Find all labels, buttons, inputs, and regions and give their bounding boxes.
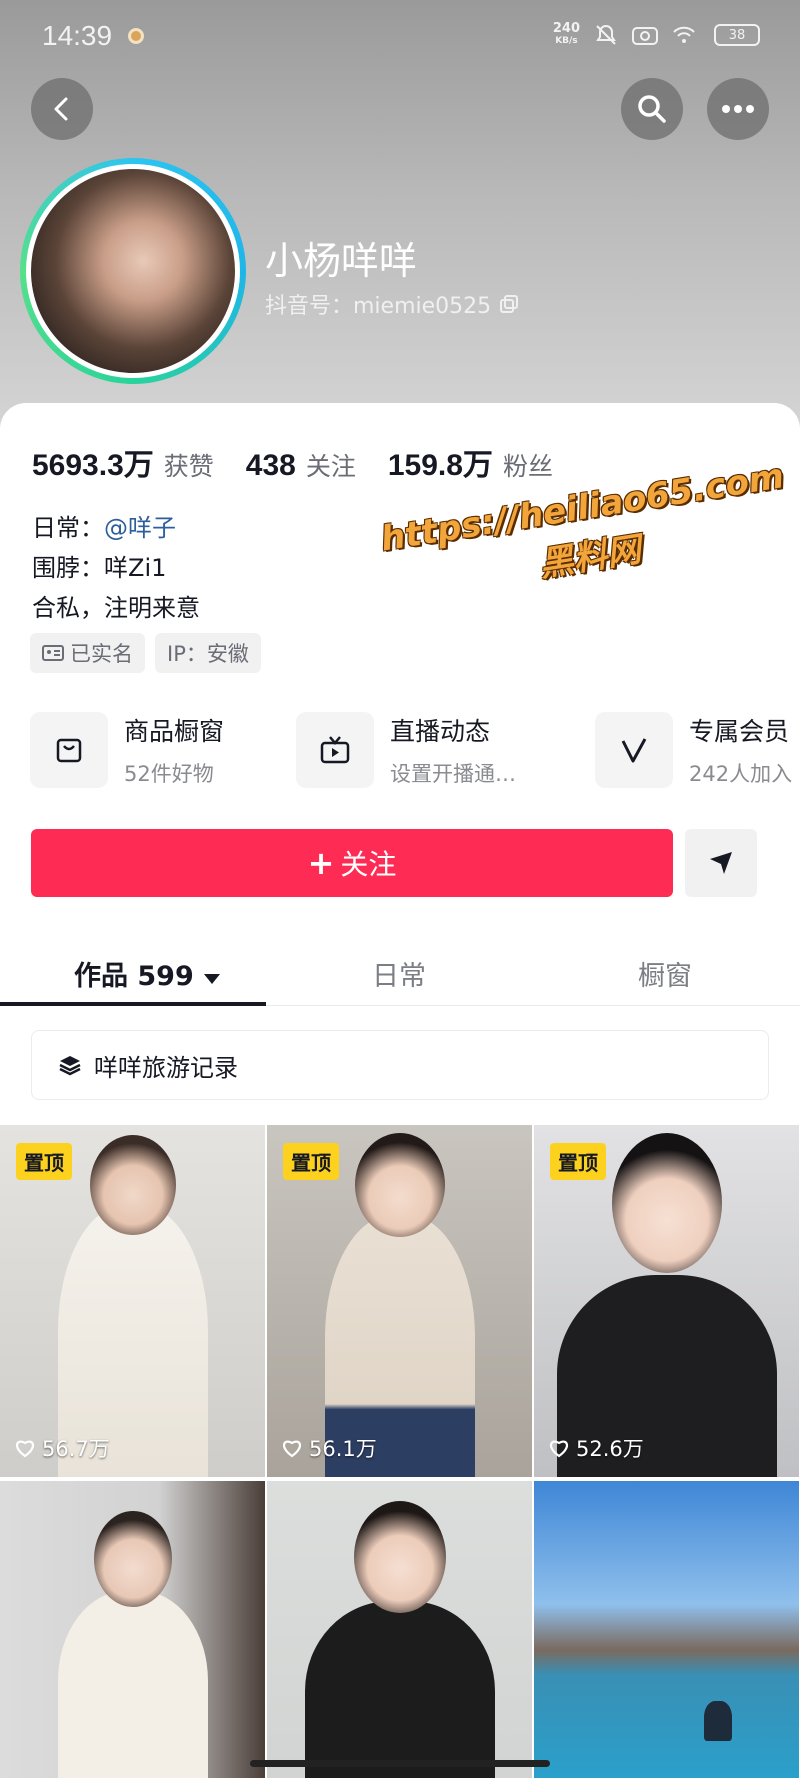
profile-stats: 5693.3万 获赞 438 关注 159.8万 粉丝 bbox=[32, 440, 585, 484]
verified-tag-label: 已实名 bbox=[70, 642, 133, 666]
camera-icon bbox=[632, 27, 658, 45]
heart-icon bbox=[550, 1440, 568, 1458]
ip-location-tag: IP：安徽 bbox=[155, 633, 261, 673]
mute-bell-icon bbox=[596, 24, 616, 45]
tab-shop-window[interactable]: 橱窗 bbox=[638, 954, 692, 993]
douyin-id[interactable]: 抖音号：miemie0525 bbox=[265, 288, 519, 320]
copy-icon[interactable] bbox=[499, 294, 519, 314]
follow-button[interactable]: + 关注 bbox=[31, 829, 673, 897]
active-tab-indicator bbox=[0, 1002, 266, 1006]
wifi-call-icon bbox=[673, 26, 695, 43]
douyin-id-text: 抖音号：miemie0525 bbox=[265, 294, 492, 319]
tab-works[interactable]: 作品 599 bbox=[74, 954, 221, 993]
network-speed-value: 240 bbox=[552, 21, 580, 36]
tab-daily[interactable]: 日常 bbox=[372, 954, 426, 993]
follow-button-label: 关注 bbox=[340, 848, 397, 881]
bag-icon bbox=[56, 738, 82, 763]
status-bar: 14:39 240 KB/s 38 bbox=[0, 0, 800, 72]
video-thumbnail[interactable]: 置顶 56.1万 bbox=[267, 1125, 532, 1477]
layers-icon bbox=[59, 1056, 81, 1076]
video-thumbnail[interactable]: 置顶 52.6万 bbox=[534, 1125, 799, 1477]
services-row: 商品橱窗 52件好物 直播动态 设置开播通… 专属会员 242人加入 bbox=[30, 712, 800, 788]
notification-app-icon bbox=[128, 28, 144, 44]
bio-line-3: 合私，注明来意 bbox=[32, 594, 200, 622]
status-icons: 240 KB/s 38 bbox=[553, 22, 760, 48]
v-badge-icon bbox=[621, 738, 647, 763]
video-thumbnail[interactable]: 置顶 56.7万 bbox=[0, 1125, 265, 1477]
verified-tag: 已实名 bbox=[30, 633, 145, 673]
bio-mention-link[interactable]: @咩子 bbox=[104, 514, 176, 542]
search-button[interactable] bbox=[621, 78, 683, 140]
pinned-badge: 置顶 bbox=[16, 1143, 72, 1180]
following-count[interactable]: 438 bbox=[246, 449, 296, 483]
video-likes: 52.6万 bbox=[548, 1433, 644, 1463]
likes-label[interactable]: 获赞 bbox=[164, 447, 214, 483]
video-likes-count: 56.1万 bbox=[309, 1437, 377, 1461]
content-tabs: 作品 599 日常 橱窗 bbox=[0, 936, 800, 1006]
heart-icon bbox=[283, 1440, 301, 1458]
bio-line-1: 日常：@咩子 bbox=[32, 508, 200, 548]
pinned-badge: 置顶 bbox=[550, 1143, 606, 1180]
profile-tags: 已实名 IP：安徽 bbox=[30, 633, 261, 673]
battery-indicator: 38 bbox=[714, 24, 760, 46]
pinned-badge: 置顶 bbox=[283, 1143, 339, 1180]
chevron-left-icon bbox=[54, 97, 68, 121]
followers-label[interactable]: 粉丝 bbox=[503, 447, 553, 483]
caret-down-icon bbox=[204, 974, 221, 984]
traveler-silhouette bbox=[704, 1701, 732, 1741]
service-live-title: 直播动态 bbox=[390, 717, 491, 746]
network-speed-unit: KB/s bbox=[555, 36, 578, 46]
likes-count[interactable]: 5693.3万 bbox=[32, 440, 154, 484]
service-membership[interactable]: 专属会员 242人加入 bbox=[595, 712, 792, 788]
search-icon bbox=[638, 95, 666, 123]
tab-works-label: 作品 599 bbox=[74, 961, 194, 992]
followers-count[interactable]: 159.8万 bbox=[388, 440, 493, 484]
bio-line-1-prefix: 日常： bbox=[32, 514, 104, 542]
video-likes: 56.1万 bbox=[281, 1433, 377, 1463]
send-arrow-icon bbox=[710, 852, 732, 874]
service-live[interactable]: 直播动态 设置开播通… bbox=[296, 712, 516, 788]
bio-line-2: 围脖：咩Zi1 bbox=[32, 554, 167, 582]
status-time: 14:39 bbox=[42, 20, 113, 51]
collection-label: 咩咩旅游记录 bbox=[94, 1053, 238, 1082]
plus-icon: + bbox=[307, 844, 335, 882]
collection-entry[interactable]: 咩咩旅游记录 bbox=[31, 1030, 769, 1100]
video-likes: 56.7万 bbox=[14, 1433, 110, 1463]
service-membership-subtitle: 242人加入 bbox=[689, 762, 793, 786]
video-thumbnail[interactable] bbox=[534, 1481, 799, 1778]
network-speed: 240 KB/s bbox=[553, 22, 580, 48]
back-button[interactable] bbox=[31, 78, 93, 140]
video-thumbnail[interactable] bbox=[267, 1481, 532, 1778]
avatar bbox=[31, 169, 235, 373]
video-thumbnail[interactable] bbox=[0, 1481, 265, 1778]
profile-nickname: 小杨咩咩 bbox=[265, 239, 418, 283]
following-label[interactable]: 关注 bbox=[306, 447, 356, 483]
profile-bio: 日常：@咩子 围脖：咩Zi1 合私，注明来意 bbox=[32, 508, 200, 628]
service-shop-subtitle: 52件好物 bbox=[124, 762, 214, 786]
video-likes-count: 52.6万 bbox=[576, 1437, 644, 1461]
service-shop-title: 商品橱窗 bbox=[124, 717, 225, 746]
id-card-icon bbox=[42, 645, 64, 661]
service-live-subtitle: 设置开播通… bbox=[390, 762, 516, 786]
more-options-button[interactable] bbox=[707, 78, 769, 140]
heart-icon bbox=[16, 1440, 34, 1458]
tv-icon bbox=[320, 736, 350, 764]
home-indicator[interactable] bbox=[250, 1760, 550, 1767]
service-membership-title: 专属会员 bbox=[689, 717, 790, 746]
share-button[interactable] bbox=[685, 829, 757, 897]
avatar-live-ring[interactable] bbox=[20, 158, 246, 384]
more-dots-icon bbox=[722, 105, 754, 113]
service-shop-window[interactable]: 商品橱窗 52件好物 bbox=[30, 712, 224, 788]
video-likes-count: 56.7万 bbox=[42, 1437, 110, 1461]
